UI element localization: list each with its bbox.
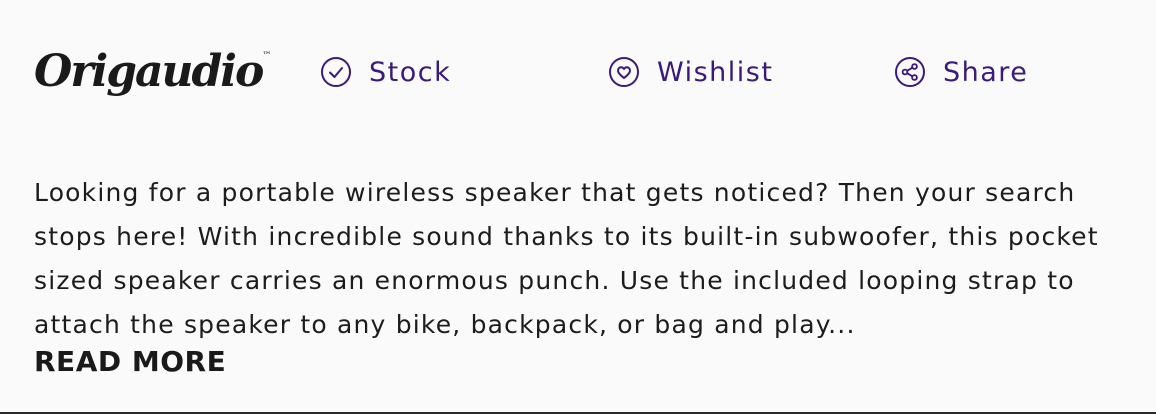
description-line: sized speaker carries an enormous punch.… xyxy=(34,266,1075,295)
share-button[interactable]: Share xyxy=(894,54,1028,90)
heart-circle-icon xyxy=(608,56,640,88)
origaudio-logo[interactable]: Origaudio™ xyxy=(34,36,271,108)
wishlist-button[interactable]: Wishlist xyxy=(608,54,773,90)
check-circle-icon xyxy=(320,56,352,88)
description-line: attach the speaker to any bike, backpack… xyxy=(34,310,856,339)
share-label: Share xyxy=(943,56,1029,88)
product-description: Looking for a portable wireless speaker … xyxy=(34,171,1154,347)
stock-label: Stock xyxy=(369,56,452,88)
logo-text: Origaudio xyxy=(34,46,264,97)
logo-trademark: ™ xyxy=(262,51,272,61)
stock-button[interactable]: Stock xyxy=(320,54,451,90)
read-more-link[interactable]: READ MORE xyxy=(34,345,226,378)
description-line: stops here! With incredible sound thanks… xyxy=(34,222,1099,251)
description-line: Looking for a portable wireless speaker … xyxy=(34,178,1076,207)
share-circle-icon xyxy=(894,56,926,88)
wishlist-label: Wishlist xyxy=(657,56,774,88)
